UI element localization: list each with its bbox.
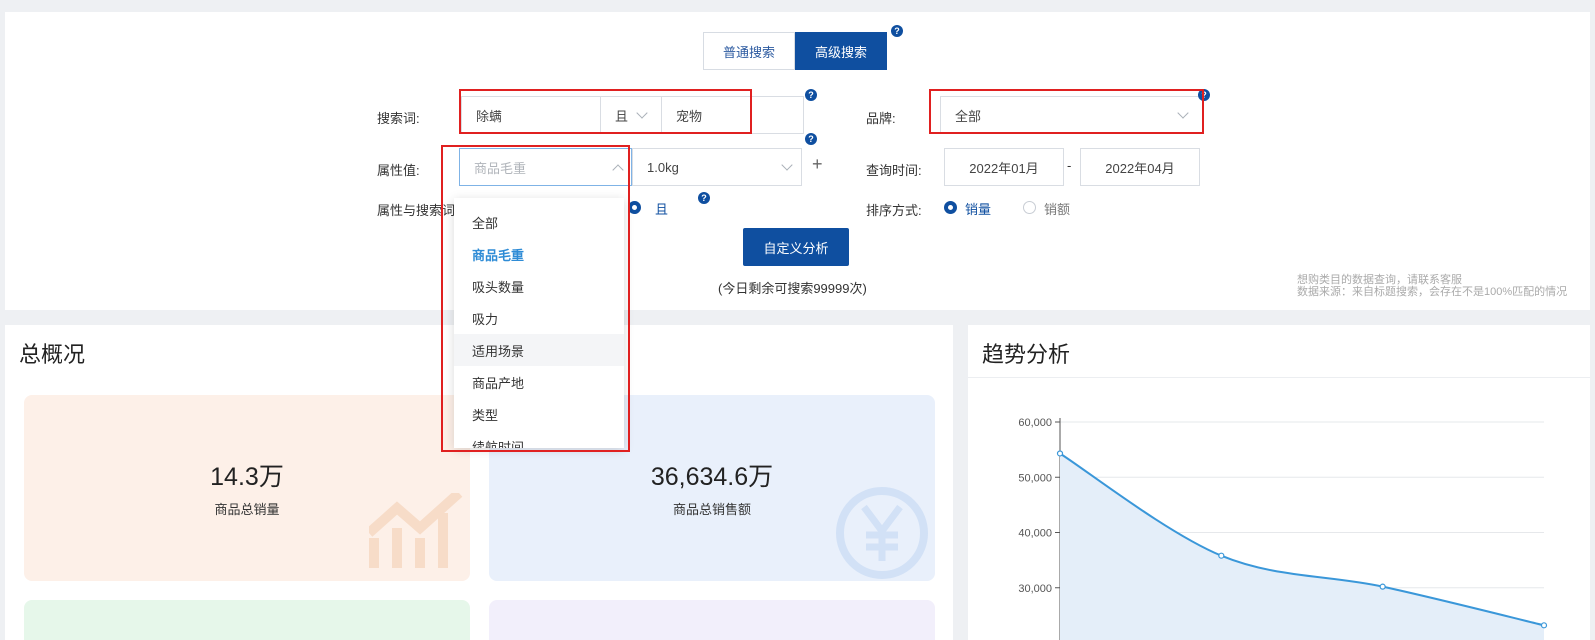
chevron-down-icon xyxy=(636,107,648,119)
sort-label: 排序方式: xyxy=(866,203,922,218)
chart-icon xyxy=(369,493,463,568)
dropdown-item[interactable]: 商品产地 xyxy=(454,366,624,398)
sort-option-label: 销量 xyxy=(965,202,992,217)
help-icon[interactable]: ? xyxy=(1198,89,1210,101)
custom-analysis-button[interactable]: 自定义分析 xyxy=(743,228,849,266)
relation-label: 属性与搜索词 xyxy=(377,203,456,218)
attr-value-select[interactable]: 1.0kg xyxy=(632,148,802,186)
y-tick-label: 40,000 xyxy=(1018,528,1052,540)
help-icon[interactable]: ? xyxy=(698,192,710,204)
overview-tile-4 xyxy=(489,600,935,640)
attr-value: 1.0kg xyxy=(647,159,679,175)
time-end-input[interactable]: 2022年04月 xyxy=(1080,148,1200,186)
data-point xyxy=(1056,450,1064,457)
keyword-label: 搜索词: xyxy=(377,111,420,126)
sort-radio-sales-volume[interactable] xyxy=(944,201,957,214)
y-tick-label: 60,000 xyxy=(1018,417,1052,429)
trend-chart: 60,000 50,000 40,000 30,000 xyxy=(1018,417,1548,640)
sort-option-label: 销额 xyxy=(1044,202,1071,217)
dropdown-item[interactable]: 全部 xyxy=(454,206,624,238)
chevron-down-icon xyxy=(1177,107,1189,119)
tab-advanced-search[interactable]: 高级搜索 xyxy=(795,32,887,70)
connector-select[interactable]: 且 xyxy=(600,96,662,134)
connector-value: 且 xyxy=(615,108,629,124)
contact-note: 想购类目的数据查询，请联系客服 xyxy=(1297,274,1462,286)
data-point xyxy=(1540,622,1548,629)
y-tick-label: 50,000 xyxy=(1018,472,1052,484)
attribute-dropdown-menu: 全部 商品毛重 吸头数量 吸力 适用场景 商品产地 类型 续航时间 xyxy=(454,198,624,448)
keyword-input-2[interactable]: 宠物 xyxy=(661,96,804,134)
relation-value: 且 xyxy=(655,202,669,217)
time-separator: - xyxy=(1067,158,1072,173)
overview-title: 总概况 xyxy=(19,342,86,367)
brand-value: 全部 xyxy=(955,108,982,124)
chevron-up-icon xyxy=(612,164,624,176)
yen-icon xyxy=(836,487,928,579)
dropdown-item[interactable]: 适用场景 xyxy=(454,334,624,366)
overview-tile-3 xyxy=(24,600,470,640)
help-icon[interactable]: ? xyxy=(805,89,817,101)
keyword-input-1[interactable]: 除螨 xyxy=(461,96,601,134)
brand-label: 品牌: xyxy=(866,111,896,126)
time-start-input[interactable]: 2022年01月 xyxy=(944,148,1064,186)
data-point xyxy=(1218,552,1225,559)
dropdown-item[interactable]: 类型 xyxy=(454,398,624,430)
dropdown-item[interactable]: 吸头数量 xyxy=(454,270,624,302)
tab-normal-search[interactable]: 普通搜索 xyxy=(703,32,795,70)
search-panel: 普通搜索 高级搜索 ? 搜索词: 除螨 且 宠物 ? 品牌: 全部 ? 属性值:… xyxy=(5,12,1590,310)
data-point xyxy=(1379,583,1386,590)
attr-label: 属性值: xyxy=(377,163,420,178)
data-source-note: 数据来源：来自标题搜索，会存在不是100%匹配的情况 xyxy=(1297,286,1568,298)
sort-radio-sales-amount[interactable] xyxy=(1023,201,1036,214)
dropdown-item[interactable]: 商品毛重 xyxy=(454,238,624,270)
relation-radio[interactable] xyxy=(628,201,641,214)
tile-value: 14.3万 xyxy=(210,463,284,491)
help-icon[interactable]: ? xyxy=(805,133,817,145)
trend-title: 趋势分析 xyxy=(982,342,1071,367)
attr-select[interactable]: 商品毛重 xyxy=(459,148,632,186)
add-attribute-button[interactable]: + xyxy=(812,154,823,175)
help-icon[interactable]: ? xyxy=(891,25,903,37)
brand-select[interactable]: 全部 xyxy=(940,96,1204,134)
dropdown-item[interactable]: 续航时间 xyxy=(454,430,624,449)
dropdown-item[interactable]: 吸力 xyxy=(454,302,624,334)
area-fill xyxy=(1060,453,1544,640)
attr-placeholder: 商品毛重 xyxy=(474,160,527,176)
search-mode-tabs: 普通搜索 高级搜索 xyxy=(703,32,887,70)
y-tick-label: 30,000 xyxy=(1018,583,1052,595)
trend-card: 趋势分析 60,000 50,000 40,000 30,000 xyxy=(968,325,1590,640)
time-label: 查询时间: xyxy=(866,163,922,178)
remaining-searches: (今日剩余可搜索99999次) xyxy=(718,281,867,296)
chevron-down-icon xyxy=(781,159,793,171)
total-sales-volume-tile: 14.3万 商品总销量 xyxy=(24,395,470,581)
